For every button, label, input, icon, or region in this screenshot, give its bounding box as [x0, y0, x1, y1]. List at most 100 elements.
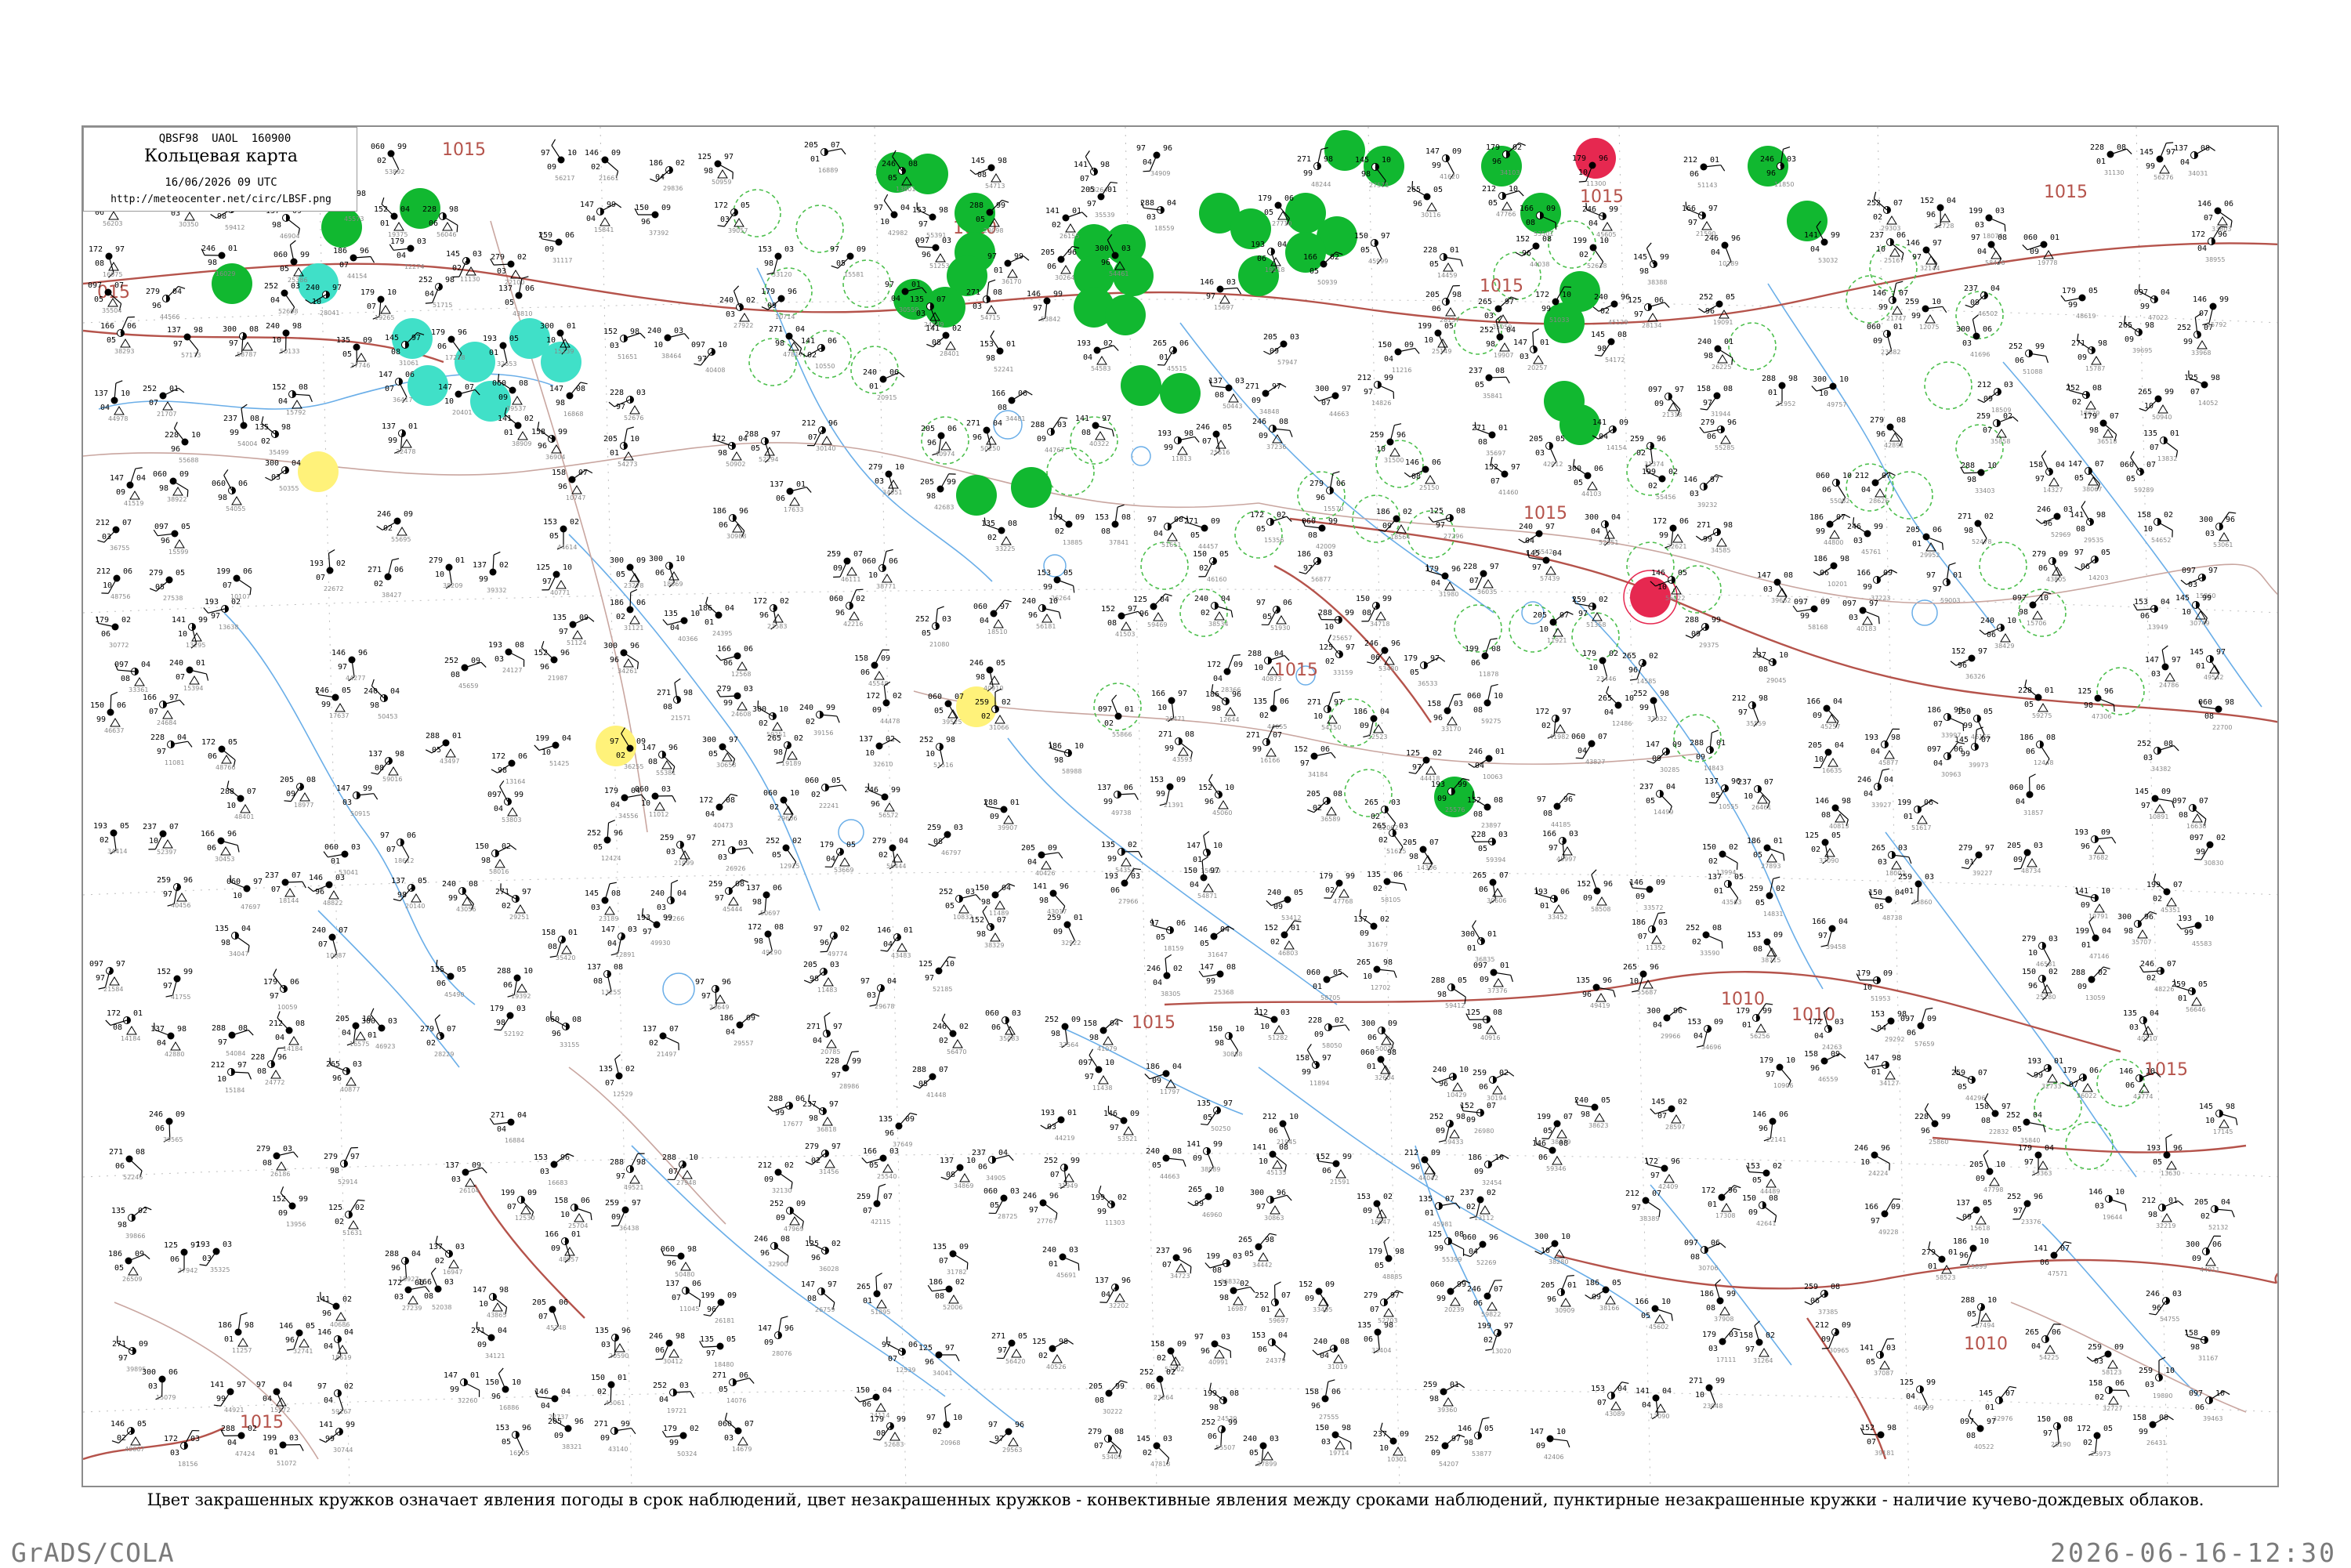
station-temp-value: 288 [426, 732, 440, 741]
station-temp-value: 259 [1898, 873, 1912, 882]
station-plot: 186039756877 [1297, 550, 1333, 583]
station-dewpoint-value: 10 [1744, 792, 1753, 801]
station-plot: 097109815706 [2012, 589, 2051, 627]
station-index: 44103 [1581, 491, 1601, 498]
station-dewpoint-value: 99 [2184, 929, 2193, 937]
rain-filled-circle [212, 263, 252, 304]
station-plot: 199041051425 [534, 734, 571, 767]
station-temp-value: 300 [1567, 465, 1581, 473]
station-plot: 186079944800 [1809, 512, 1850, 546]
cloud-symbol [446, 749, 455, 757]
station-dewpoint-value: 08 [593, 977, 603, 986]
station-index: 21099 [674, 860, 694, 867]
station-plot: 097060430963 [1927, 740, 1965, 778]
station-dewpoint-value: 09 [1654, 400, 1664, 408]
station-dewpoint-value: 06 [1987, 631, 1996, 639]
station-dewpoint-value: 98 [2089, 426, 2099, 435]
station-dewpoint-value: 98 [1039, 896, 1049, 905]
station-index: 34909 [1150, 170, 1170, 177]
station-index: 44038 [1530, 261, 1549, 268]
station-index: 29836 [663, 185, 683, 192]
station-index: 11081 [165, 759, 184, 766]
station-pressure-value: 04 [1506, 326, 1516, 335]
station-pressure-value: 08 [306, 776, 316, 784]
station-dewpoint-value: 07 [2150, 444, 2159, 452]
station-dewpoint-value: 10 [1588, 664, 1598, 672]
station-dewpoint-value: 03 [875, 477, 884, 486]
station-temp-value: 288 [1031, 421, 1045, 429]
station-dewpoint-value: 98 [397, 891, 407, 900]
cloud-symbol [1008, 270, 1017, 277]
cloud-symbol [517, 984, 527, 992]
cloud-symbol [1425, 476, 1435, 483]
station-index: 50939 [1317, 279, 1337, 286]
station-temp-value: 141 [801, 337, 815, 346]
station-temp-value: 246 [1252, 418, 1266, 426]
station-index: 42216 [843, 621, 863, 628]
station-dewpoint-value: 04 [425, 290, 434, 299]
cloud-symbol [1546, 567, 1556, 574]
station-dewpoint-value: 05 [505, 299, 514, 307]
station-temp-value: 246 [864, 786, 878, 795]
station-temp-value: 060 [1467, 692, 1481, 701]
station-pressure-value: 01 [1125, 705, 1134, 714]
station-dewpoint-value: 02 [1313, 804, 1322, 813]
station-temp-value: 153 [1095, 513, 1109, 522]
station-pressure-value: 02 [780, 597, 789, 606]
station-temp-value: 135 [1367, 871, 1381, 879]
station-dewpoint-value: 01 [705, 618, 714, 627]
cloud-symbol [163, 711, 172, 719]
station-temp-value: 97 [610, 737, 619, 746]
station-pressure-value: 97 [1985, 844, 1994, 853]
station-plot: 186060231121 [610, 589, 646, 632]
wind-barb-feather [205, 674, 210, 681]
station-temp-value: 141 [498, 415, 512, 423]
station-index: 32610 [873, 761, 893, 768]
wind-barb-feather [1813, 765, 1820, 770]
station-index: 51715 [433, 302, 452, 309]
station-plot: 150069946637 [90, 692, 126, 734]
station-dewpoint-value: 04 [1588, 219, 1598, 228]
station-temp-value: 252 [2137, 740, 2151, 748]
station-dewpoint-value: 98 [498, 766, 507, 775]
station-index: 40322 [1089, 440, 1109, 447]
station-index: 31647 [1208, 951, 1227, 958]
station-plot: 259020735858 [1976, 412, 2018, 445]
station-plot: 228049711081 [150, 733, 192, 766]
station-plot: 199090213885 [1049, 507, 1085, 546]
station-pressure-value: 06 [1432, 458, 1441, 467]
station-index: 16889 [818, 167, 838, 174]
station-dewpoint-value: 09 [1696, 753, 1705, 762]
station-temp-value: 060 [1306, 969, 1320, 977]
cumulonimbus-dashed-circle [1141, 542, 1188, 589]
station-temp-value: 205 [280, 776, 294, 784]
station-plot: 060099838922 [153, 470, 190, 503]
station-plot: 300101049757 [1812, 375, 1849, 408]
station-index: 38464 [661, 353, 681, 360]
station-pressure-value: 05 [996, 659, 1005, 668]
station-index: 16166 [1260, 757, 1280, 764]
station-temp-value: 166 [1151, 690, 1165, 698]
wind-barb-staff [1227, 655, 1233, 672]
cloud-symbol [2095, 846, 2104, 853]
station-index: 58105 [1381, 896, 1400, 904]
station-pressure-value: 08 [299, 383, 308, 392]
station-temp-value: 259 [708, 880, 723, 889]
station-pressure-value: 02 [1776, 885, 1785, 893]
station-pressure-value: 99 [363, 784, 372, 793]
station-index: 51930 [1270, 625, 1290, 632]
station-plot: 199060710107 [216, 567, 254, 600]
isobar-pressure-label: 1015 [240, 1413, 284, 1432]
wind-barb-feather [2061, 295, 2065, 302]
station-index: 37841 [1109, 539, 1128, 546]
station-temp-value: 97 [1926, 571, 1936, 580]
wind-barb-feather [172, 422, 179, 429]
cloud-symbol [737, 662, 747, 670]
station-index: 19265 [375, 314, 394, 321]
isobar-line [1290, 519, 2279, 722]
station-temp-value: 146 [1027, 290, 1041, 299]
station-temp-value: 186 [1813, 555, 1828, 563]
station-dewpoint-value: 04 [1154, 530, 1163, 538]
station-pressure-value: 02 [1380, 915, 1389, 924]
station-plot: 259109912075 [1905, 298, 1947, 331]
